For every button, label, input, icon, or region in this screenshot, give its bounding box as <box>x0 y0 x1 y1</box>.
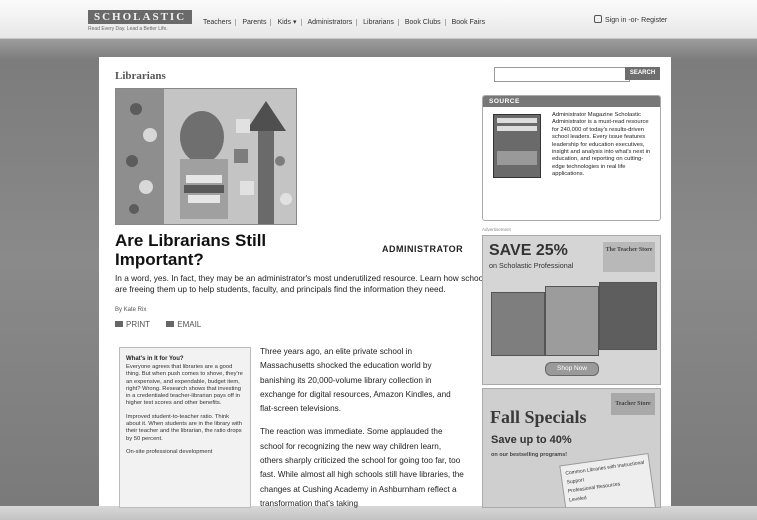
email-label[interactable]: EMAIL <box>177 320 201 329</box>
print-button[interactable]: PRINT <box>115 320 150 329</box>
body-paragraph-2: The reaction was immediate. Some applaud… <box>260 427 464 508</box>
book-cover <box>545 286 599 356</box>
section-title: Librarians <box>115 70 166 82</box>
article-actions: PRINT EMAIL <box>115 320 215 329</box>
ad-subhead: on Scholastic Professional <box>489 261 574 270</box>
nav-kids[interactable]: Kids ▾ <box>273 19 302 26</box>
search-input[interactable] <box>494 67 630 82</box>
lock-icon <box>594 15 602 23</box>
search-button[interactable]: SEARCH <box>625 67 660 80</box>
box-title: What's in It for You? <box>126 356 184 362</box>
whats-in-it-box: What's in It for You? Everyone agrees th… <box>119 347 251 508</box>
nav-administrators[interactable]: Administrators <box>303 19 358 26</box>
source-box: SOURCE Administrator Magazine Scholastic… <box>482 95 661 221</box>
ad2-checklist: Common Libraries with Instructional Supp… <box>559 453 657 507</box>
box-paragraph-2: Improved student-to-teacher ratio. Think… <box>126 413 242 442</box>
logo-wordmark[interactable]: SCHOLASTIC <box>88 10 193 24</box>
ad-label: Advertisement <box>482 227 511 232</box>
administrator-logo: ADMINISTRATOR <box>382 244 464 254</box>
nav-parents[interactable]: Parents <box>238 19 272 26</box>
teacher-store-badge: The Teacher Store <box>603 242 655 272</box>
nav-book-clubs[interactable]: Book Clubs <box>400 19 446 26</box>
book-cover <box>491 292 545 356</box>
print-label[interactable]: PRINT <box>126 320 150 329</box>
signin-label[interactable]: Sign in -or- Register <box>605 17 667 24</box>
ad-save-25[interactable]: SAVE 25% on Scholastic Professional The … <box>482 235 661 385</box>
article-headline: Are Librarians Still Important? <box>115 231 267 269</box>
nav-book-fairs[interactable]: Book Fairs <box>448 19 489 26</box>
book-cover <box>599 282 657 350</box>
body-paragraph-1: Three years ago, an elite private school… <box>260 347 451 414</box>
email-button[interactable]: EMAIL <box>166 320 201 329</box>
top-bar: SCHOLASTIC Read Every Day. Lead a Better… <box>0 0 757 39</box>
shop-now-button[interactable]: Shop Now <box>545 362 599 376</box>
envelope-icon <box>166 321 175 327</box>
article-body: Three years ago, an elite private school… <box>260 345 465 520</box>
ad2-subline: on our bestselling programs! <box>491 452 568 458</box>
hero-illustration <box>115 88 297 225</box>
box-paragraph-1: Everyone agrees that libraries are a goo… <box>126 364 243 407</box>
nav-teachers[interactable]: Teachers <box>199 19 237 26</box>
ad2-save: Save up to 40% <box>491 434 572 446</box>
main-nav: Teachers Parents Kids ▾ Administrators L… <box>199 18 489 26</box>
hero-illustration-art <box>116 89 296 224</box>
ad2-title: Fall Specials <box>490 407 587 427</box>
ad-headline: SAVE 25% <box>489 242 568 259</box>
teacher-store-logo: Teacher Store <box>611 393 655 415</box>
logo-tagline: Read Every Day. Lead a Better Life. <box>88 26 168 32</box>
source-header: SOURCE <box>483 96 660 107</box>
ad-fall-specials[interactable]: Teacher Store Fall Specials Save up to 4… <box>482 388 661 508</box>
printer-icon <box>115 321 123 327</box>
scholastic-logo[interactable]: SCHOLASTIC Read Every Day. Lead a Better… <box>88 7 193 32</box>
box-paragraph-3: On-site professional development <box>126 448 213 455</box>
signin-link[interactable]: Sign in -or- Register <box>594 15 667 24</box>
source-description: Administrator Magazine Scholastic Admini… <box>552 112 651 178</box>
content-panel: Librarians Are Librarians Still Importan… <box>99 57 671 508</box>
byline: By Kate Rix <box>115 307 147 313</box>
article-deck: In a word, yes. In fact, they may be an … <box>115 273 490 294</box>
nav-librarians[interactable]: Librarians <box>359 19 399 26</box>
magazine-cover[interactable] <box>493 114 541 178</box>
